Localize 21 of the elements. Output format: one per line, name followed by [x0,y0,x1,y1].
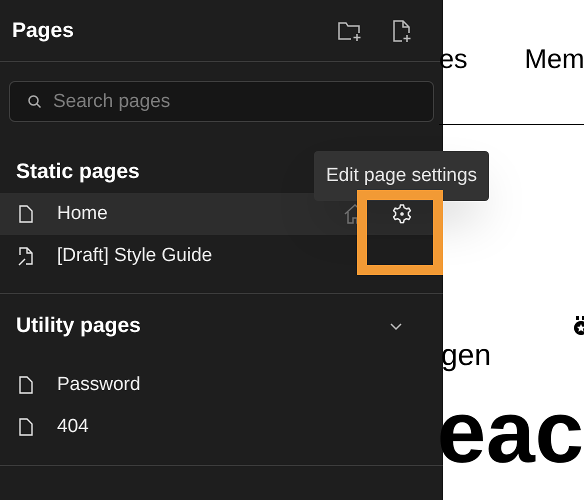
section-title: Utility pages [16,313,141,340]
nav-link[interactable]: Mem [524,38,584,80]
new-page-icon[interactable] [391,18,413,44]
page-name: Home [57,202,109,226]
page-name: [Draft] Style Guide [57,244,214,268]
settings-icon[interactable] [391,203,413,225]
page-name: 404 [57,414,90,439]
panel-title: Pages [12,18,75,44]
section-title: Static pages [16,159,140,186]
tooltip: Edit page settings [314,151,490,201]
page-item[interactable]: Password [0,364,443,406]
search-icon [27,94,42,109]
draft-page-icon [18,246,34,266]
page-icon [18,417,34,437]
page-icon [18,375,34,395]
page-name: Password [57,372,142,397]
search-field[interactable]: Search pages [9,81,434,122]
page-icon [18,204,34,224]
page-item[interactable]: 404 [0,406,443,448]
page-item[interactable]: [Draft] Style Guide [0,235,443,277]
chevron-down-icon[interactable] [389,322,403,330]
